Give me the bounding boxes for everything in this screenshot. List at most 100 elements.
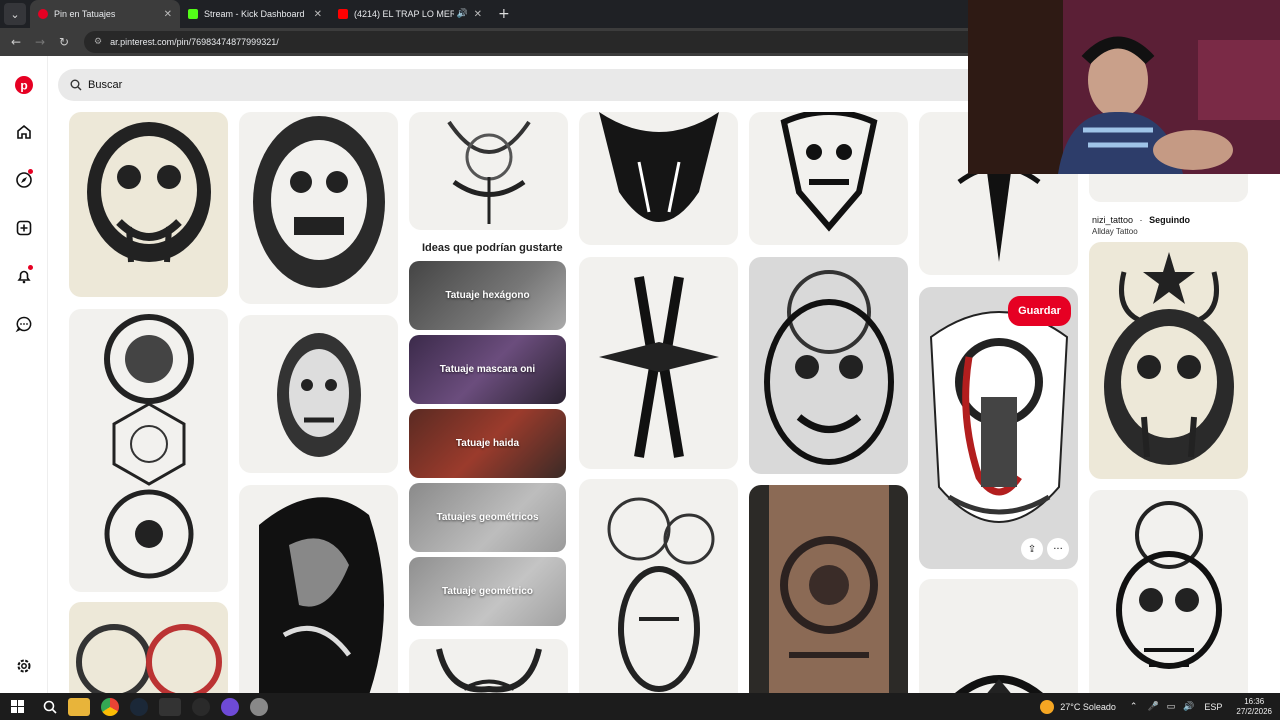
home-icon[interactable] bbox=[14, 122, 34, 142]
svg-text:p: p bbox=[20, 79, 27, 93]
windows-start-icon[interactable] bbox=[11, 699, 25, 714]
tattoo-horns-image bbox=[436, 648, 542, 693]
idea-card-oni[interactable]: Tatuaje mascara oni bbox=[409, 335, 566, 404]
clock[interactable]: 16:36 27/2/2026 bbox=[1236, 697, 1272, 717]
new-tab-button[interactable]: + bbox=[498, 6, 510, 22]
sidebar: p bbox=[0, 56, 48, 693]
settings-gear-icon[interactable] bbox=[14, 656, 34, 676]
kick-favicon-icon bbox=[188, 9, 198, 19]
tab-close-icon[interactable]: ✕ bbox=[474, 9, 482, 20]
tattoo-barong-image bbox=[253, 116, 385, 288]
network-icon[interactable]: ▭ bbox=[1167, 702, 1176, 712]
pin-card[interactable] bbox=[239, 485, 398, 693]
tattoo-forearm-photo-image bbox=[769, 485, 889, 693]
microphone-icon[interactable]: 🎤 bbox=[1147, 702, 1158, 712]
pin-card[interactable] bbox=[69, 602, 228, 693]
file-explorer-icon[interactable] bbox=[68, 697, 90, 716]
creator-name[interactable]: nizi_tattoo bbox=[1092, 215, 1133, 225]
tattoo-skull-image bbox=[1116, 501, 1222, 669]
idea-label: Tatuaje mascara oni bbox=[439, 364, 536, 375]
tab-label: Stream - Kick Dashboard bbox=[204, 9, 305, 19]
pin-card[interactable] bbox=[749, 112, 908, 245]
pin-card[interactable] bbox=[239, 315, 398, 473]
sun-weather-icon bbox=[1040, 699, 1055, 714]
chevron-up-icon[interactable]: ⌃ bbox=[1130, 702, 1138, 712]
pin-card[interactable] bbox=[409, 639, 568, 693]
app-icon[interactable] bbox=[221, 697, 239, 716]
tab-kick-dashboard[interactable]: Stream - Kick Dashboard ✕ bbox=[180, 0, 330, 28]
tattoo-lotus-image bbox=[447, 120, 531, 224]
system-tray: 27°C Soleado ⌃ 🎤 ▭ 🔊 ESP 16:36 27/2/2026 bbox=[1040, 693, 1272, 720]
pinterest-favicon-icon bbox=[38, 9, 48, 19]
pin-card[interactable] bbox=[579, 479, 738, 693]
idea-card-geometrico[interactable]: Tatuaje geométrico bbox=[409, 557, 566, 626]
idea-card-haida[interactable]: Tatuaje haida bbox=[409, 409, 566, 478]
tattoo-blades-image bbox=[599, 276, 719, 458]
tattoo-barong-star-image bbox=[1104, 252, 1234, 465]
tattoo-foo-dog-red-image bbox=[929, 311, 1069, 523]
pin-card[interactable] bbox=[239, 112, 398, 304]
more-options-icon[interactable]: ··· bbox=[1047, 538, 1069, 560]
pin-grid: Ideas que podrían gustarte Tatuaje hexág… bbox=[48, 112, 1280, 693]
notifications-bell-icon[interactable] bbox=[14, 265, 34, 286]
tattoo-demon-image bbox=[599, 112, 719, 222]
pin-card[interactable] bbox=[749, 257, 908, 474]
tab-label: Pin en Tatuajes bbox=[54, 9, 116, 19]
separator-dot: · bbox=[1139, 215, 1143, 225]
messages-icon[interactable] bbox=[14, 314, 34, 334]
tattoo-lotus-bottom-image bbox=[955, 675, 1043, 693]
tab-close-icon[interactable]: ✕ bbox=[314, 9, 322, 20]
tattoo-mandala-image bbox=[104, 314, 194, 579]
epic-games-icon[interactable] bbox=[159, 697, 181, 716]
reload-icon[interactable]: ↻ bbox=[52, 35, 76, 49]
chrome-icon[interactable] bbox=[101, 697, 119, 716]
obs-icon[interactable] bbox=[192, 697, 210, 716]
notification-dot bbox=[28, 265, 33, 270]
idea-card-hexagono[interactable]: Tatuaje hexágono bbox=[409, 261, 566, 330]
url-text: ar.pinterest.com/pin/769834748779993​21/ bbox=[110, 37, 279, 47]
tab-pinterest[interactable]: Pin en Tatuajes ✕ bbox=[30, 0, 180, 28]
follow-status[interactable]: Seguindo bbox=[1149, 215, 1190, 225]
pin-card-hovered[interactable]: Guardar ⇪ ··· bbox=[919, 287, 1078, 569]
tab-close-icon[interactable]: ✕ bbox=[164, 9, 172, 20]
tab-youtube[interactable]: (4214) EL TRAP LO MERECE 🔊 ✕ bbox=[330, 0, 490, 28]
windows-taskbar: 27°C Soleado ⌃ 🎤 ▭ 🔊 ESP 16:36 27/2/2026 bbox=[0, 693, 1280, 720]
pin-card[interactable] bbox=[69, 309, 228, 592]
volume-icon[interactable]: 🔊 bbox=[1183, 702, 1194, 712]
language-indicator[interactable]: ESP bbox=[1204, 702, 1222, 712]
search-icon[interactable] bbox=[43, 700, 57, 714]
pin-card[interactable] bbox=[579, 112, 738, 245]
tattoo-abstract-image bbox=[259, 497, 384, 693]
pinterest-logo-icon[interactable]: p bbox=[14, 75, 34, 95]
search-icon bbox=[70, 79, 82, 91]
idea-label: Tatuajes geométricos bbox=[436, 512, 539, 523]
create-plus-icon[interactable] bbox=[14, 218, 34, 238]
tattoo-foo-dog-image bbox=[764, 270, 894, 465]
tab-label: (4214) EL TRAP LO MERECE bbox=[354, 9, 454, 19]
tab-search-chevron-icon[interactable]: ⌄ bbox=[4, 3, 26, 25]
audio-playing-icon[interactable]: 🔊 bbox=[457, 9, 468, 19]
pin-card[interactable] bbox=[409, 112, 568, 230]
pin-card[interactable] bbox=[579, 257, 738, 469]
site-info-icon[interactable]: ⚙ bbox=[94, 37, 102, 47]
pin-card[interactable] bbox=[749, 485, 908, 693]
back-arrow-icon[interactable]: ← bbox=[4, 35, 28, 49]
notification-dot bbox=[28, 169, 33, 174]
pin-card[interactable] bbox=[1089, 490, 1248, 693]
forward-arrow-icon[interactable]: → bbox=[28, 35, 52, 49]
tattoo-hannya-flowers-image bbox=[607, 497, 715, 692]
share-icon[interactable]: ⇪ bbox=[1021, 538, 1043, 560]
search-input[interactable]: Buscar bbox=[88, 79, 122, 91]
save-button[interactable]: Guardar bbox=[1008, 296, 1071, 326]
steam-icon[interactable] bbox=[130, 697, 148, 716]
weather-text[interactable]: 27°C Soleado bbox=[1060, 702, 1116, 712]
pin-card[interactable] bbox=[69, 112, 228, 297]
idea-label: Tatuaje geométrico bbox=[442, 586, 533, 597]
app-icon[interactable] bbox=[250, 697, 268, 716]
idea-card-geometricos[interactable]: Tatuajes geométricos bbox=[409, 483, 566, 552]
pin-card[interactable] bbox=[919, 579, 1078, 693]
pin-card[interactable] bbox=[1089, 242, 1248, 479]
webcam-overlay bbox=[968, 0, 1280, 174]
explore-compass-icon[interactable] bbox=[14, 169, 34, 190]
clock-time: 16:36 bbox=[1244, 696, 1265, 706]
